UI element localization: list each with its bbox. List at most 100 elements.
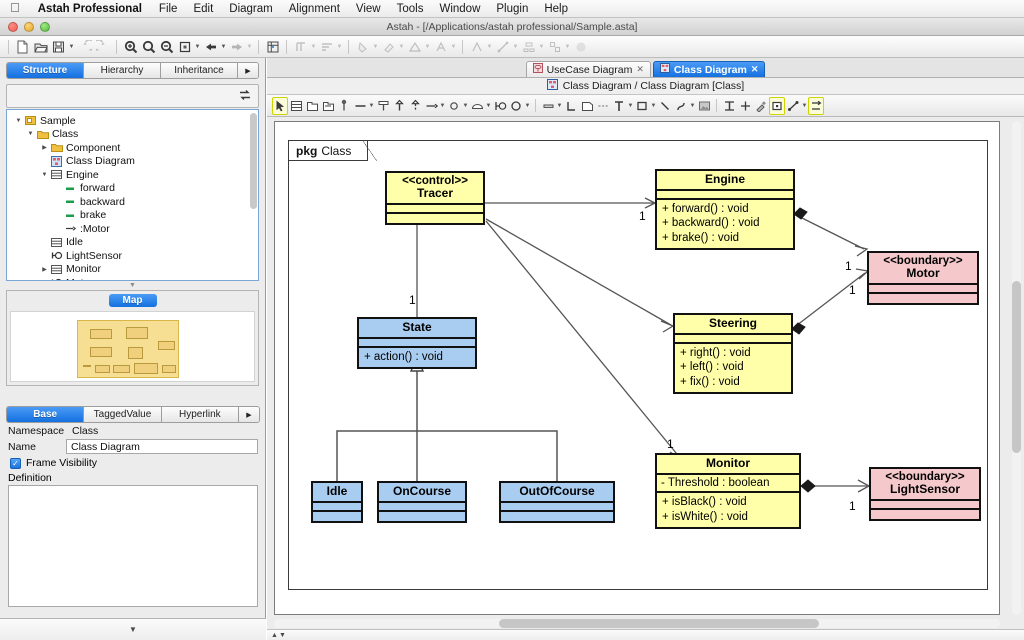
curve-caret-icon[interactable]: ▼: [689, 97, 696, 115]
menu-item-alignment[interactable]: Alignment: [281, 3, 348, 15]
package-tool-icon[interactable]: [304, 97, 320, 115]
back-dropdown-caret-icon[interactable]: ▼: [220, 38, 227, 56]
fill-style-tool-icon[interactable]: [769, 97, 785, 115]
association-caret-icon[interactable]: ▼: [368, 97, 375, 115]
tree-node-lightsensor[interactable]: ▶ LightSensor: [7, 249, 258, 263]
menu-item-help[interactable]: Help: [536, 3, 576, 15]
tree-node-forward[interactable]: ▶ forward: [7, 182, 258, 196]
dashed-line-tool-icon[interactable]: [595, 97, 611, 115]
connector-route-caret-icon[interactable]: ▼: [801, 97, 808, 115]
chevron-right-icon[interactable]: ▶: [238, 63, 258, 78]
text-caret-icon[interactable]: ▼: [627, 97, 634, 115]
panel-splitter[interactable]: ▼: [0, 281, 265, 290]
new-project-icon[interactable]: [14, 38, 31, 56]
map-viewport[interactable]: [77, 320, 179, 378]
eyedropper-tool-icon[interactable]: [753, 97, 769, 115]
tab-class-diagram[interactable]: Class Diagram ✕: [653, 61, 766, 77]
tab-structure[interactable]: Structure: [7, 63, 84, 78]
navigate-back-icon[interactable]: [202, 38, 219, 56]
map-canvas[interactable]: [10, 311, 255, 382]
port-tool-icon[interactable]: [446, 97, 462, 115]
note-tool-icon[interactable]: [469, 97, 485, 115]
frame-visibility-checkbox[interactable]: ✓: [10, 458, 21, 469]
link-tool-icon[interactable]: [540, 97, 556, 115]
menu-item-diagram[interactable]: Diagram: [221, 3, 280, 15]
class-instance-tool-icon[interactable]: [336, 97, 352, 115]
tree-node-backward[interactable]: ▶ backward: [7, 195, 258, 209]
canvas-vertical-scrollbar[interactable]: [1012, 121, 1021, 615]
close-icon[interactable]: ✕: [636, 64, 644, 75]
collapse-down-icon[interactable]: ▼: [129, 625, 137, 634]
distribute-tool-icon[interactable]: [737, 97, 753, 115]
frame-tool-icon[interactable]: [579, 97, 595, 115]
tree-node-class[interactable]: ▼ Class: [7, 128, 258, 142]
tree-node-engine[interactable]: ▼ Engine: [7, 168, 258, 182]
connector-route-tool-icon[interactable]: [785, 97, 801, 115]
sync-arrows-icon[interactable]: [238, 88, 252, 105]
structure-tree[interactable]: ▲ ▼ Sample ▼ Class ▶ Component: [6, 109, 259, 281]
twisty-right-icon[interactable]: ▶: [39, 144, 50, 151]
align-vertical-tool-icon[interactable]: [721, 97, 737, 115]
dependency-tool-icon[interactable]: [423, 97, 439, 115]
menu-item-tools[interactable]: Tools: [389, 3, 432, 15]
generalization-tool-icon[interactable]: [391, 97, 407, 115]
fit-to-window-icon[interactable]: [176, 38, 193, 56]
uml-package-frame[interactable]: pkg Class: [288, 140, 988, 590]
matrix-view-icon[interactable]: [264, 38, 281, 56]
tree-node-monitor[interactable]: ▶ Monitor: [7, 263, 258, 277]
realization-tool-icon[interactable]: [407, 97, 423, 115]
collapse-up-icon[interactable]: ▲: [271, 632, 278, 639]
menu-item-file[interactable]: File: [151, 3, 186, 15]
rectangle-caret-icon[interactable]: ▼: [650, 97, 657, 115]
provided-interface-tool-icon[interactable]: [508, 97, 524, 115]
rectangle-tool-icon[interactable]: [634, 97, 650, 115]
frame-visibility-row[interactable]: ✓ Frame Visibility: [0, 454, 266, 469]
zoom-in-icon[interactable]: [122, 38, 139, 56]
association-tool-icon[interactable]: [352, 97, 368, 115]
menu-item-window[interactable]: Window: [431, 3, 488, 15]
zoom-out-icon[interactable]: [158, 38, 175, 56]
tab-map[interactable]: Map: [109, 294, 157, 307]
save-project-icon[interactable]: [50, 38, 67, 56]
apple-logo-icon[interactable]: : [6, 1, 29, 16]
class-tool-icon[interactable]: [288, 97, 304, 115]
menu-item-edit[interactable]: Edit: [185, 3, 221, 15]
aggregation-tool-icon[interactable]: [375, 97, 391, 115]
zoom-reset-icon[interactable]: [140, 38, 157, 56]
corner-tool-icon[interactable]: [563, 97, 579, 115]
port-caret-icon[interactable]: ▼: [462, 97, 469, 115]
text-tool-icon[interactable]: [611, 97, 627, 115]
uml-class-outofcourse[interactable]: OutOfCourse: [499, 481, 615, 523]
link-caret-icon[interactable]: ▼: [556, 97, 563, 115]
tree-node-motor[interactable]: ▶ Motor: [7, 276, 258, 281]
tab-hyperlink[interactable]: Hyperlink: [162, 407, 239, 422]
auto-layout-tool-icon[interactable]: [808, 97, 824, 115]
interface-tool-icon[interactable]: [492, 97, 508, 115]
menu-item-plugin[interactable]: Plugin: [488, 3, 536, 15]
uml-class-motor[interactable]: <<boundary>> Motor: [867, 251, 979, 305]
tab-usecase-diagram[interactable]: UseCase Diagram ✕: [526, 61, 651, 77]
line-tool-icon[interactable]: [657, 97, 673, 115]
open-project-icon[interactable]: [32, 38, 49, 56]
tree-node-idle[interactable]: ▶ Idle: [7, 236, 258, 250]
uml-class-oncourse[interactable]: OnCourse: [377, 481, 467, 523]
tree-node-brake[interactable]: ▶ brake: [7, 209, 258, 223]
uml-class-tracer[interactable]: <<control>> Tracer: [385, 171, 485, 225]
tab-base[interactable]: Base: [7, 407, 84, 422]
scrollbar-thumb[interactable]: [1012, 281, 1021, 453]
menu-app-name[interactable]: Astah Professional: [29, 3, 151, 15]
tree-node-component[interactable]: ▶ Component: [7, 141, 258, 155]
scrollbar-thumb[interactable]: [499, 619, 819, 628]
tab-taggedvalue[interactable]: TaggedValue: [84, 407, 161, 422]
tab-hierarchy[interactable]: Hierarchy: [84, 63, 161, 78]
subsystem-tool-icon[interactable]: [320, 97, 336, 115]
uml-class-lightsensor[interactable]: <<boundary>> LightSensor: [869, 467, 981, 521]
curve-tool-icon[interactable]: [673, 97, 689, 115]
twisty-down-icon[interactable]: ▼: [13, 118, 24, 124]
twisty-down-icon[interactable]: ▼: [39, 172, 50, 178]
uml-class-monitor[interactable]: Monitor - Threshold : boolean + isBlack(…: [655, 453, 801, 529]
tab-inheritance[interactable]: Inheritance: [161, 63, 238, 78]
uml-class-idle[interactable]: Idle: [311, 481, 363, 523]
definition-textarea[interactable]: [8, 485, 258, 607]
uml-class-engine[interactable]: Engine + forward() : void + backward() :…: [655, 169, 795, 250]
